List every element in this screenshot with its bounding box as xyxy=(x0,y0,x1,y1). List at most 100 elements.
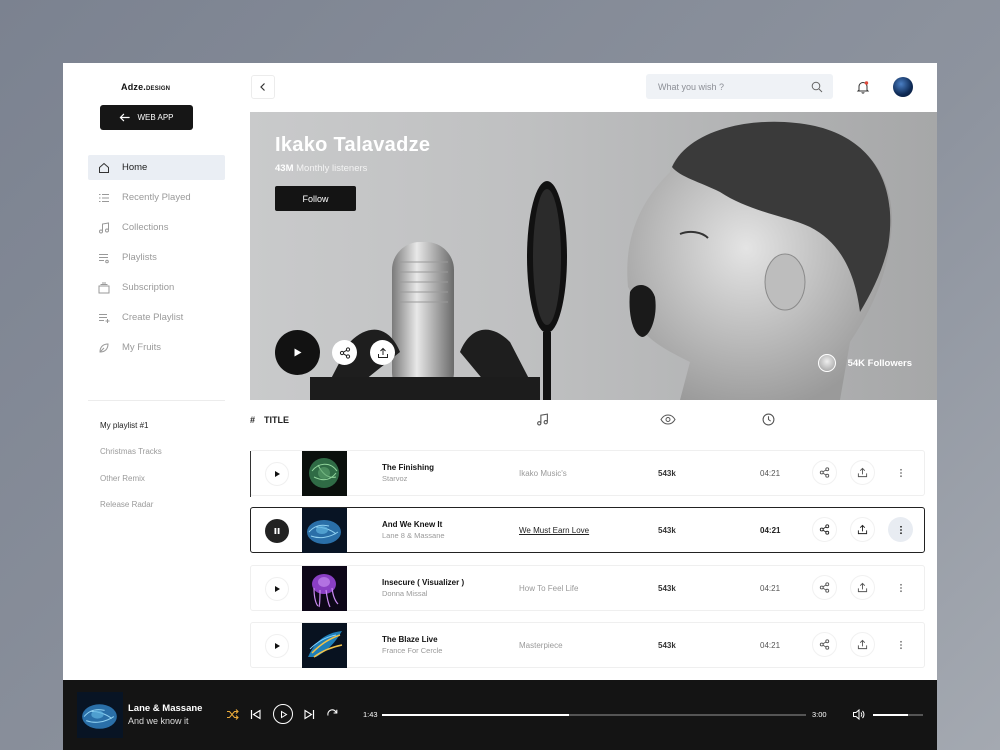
play-artist-button[interactable] xyxy=(275,330,320,375)
track-cover-image xyxy=(302,566,347,611)
nav-item-label: Create Playlist xyxy=(122,312,184,323)
progress-bar[interactable] xyxy=(382,714,806,716)
upload-track-button[interactable] xyxy=(850,575,875,600)
followers-label: 54K Followers xyxy=(847,357,912,369)
track-views: 543k xyxy=(658,526,676,535)
track-row[interactable]: The Blaze Live France For Cercle Masterp… xyxy=(250,622,925,668)
track-artist[interactable]: Lane 8 & Massane xyxy=(382,531,445,540)
track-duration: 04:21 xyxy=(760,584,781,593)
track-artist[interactable]: Donna Missal xyxy=(382,589,427,598)
share-icon xyxy=(819,582,830,593)
track-album[interactable]: We Must Earn Love xyxy=(519,526,589,535)
next-button[interactable] xyxy=(303,708,316,721)
track-views: 543k xyxy=(658,641,676,650)
column-number: # xyxy=(250,415,256,425)
main-nav: Home Recently Played Collections Playlis… xyxy=(88,155,225,365)
track-duration: 04:21 xyxy=(760,469,781,478)
playlist-icon xyxy=(99,253,109,263)
play-track-button[interactable] xyxy=(265,634,289,658)
nav-item-recently-played[interactable]: Recently Played xyxy=(88,185,225,210)
track-duration: 04:21 xyxy=(760,526,781,535)
search-bar xyxy=(646,74,833,99)
share-track-button[interactable] xyxy=(812,460,837,485)
more-options-button[interactable] xyxy=(888,632,913,657)
sidebar-divider xyxy=(88,400,225,401)
track-title: The Finishing xyxy=(382,463,434,472)
track-cover-image xyxy=(302,508,347,553)
back-button[interactable] xyxy=(251,75,275,99)
search-icon[interactable] xyxy=(811,81,823,93)
more-vertical-icon xyxy=(899,525,902,534)
artist-hero-banner: Ikako Talavadze 43M Monthly listeners Fo… xyxy=(250,112,937,400)
previous-button[interactable] xyxy=(249,708,262,721)
search-input[interactable] xyxy=(658,81,811,92)
share-button[interactable] xyxy=(332,340,357,365)
notification-bell-icon[interactable] xyxy=(856,80,870,94)
more-options-button[interactable] xyxy=(888,575,913,600)
arrow-left-icon xyxy=(120,113,131,122)
upload-track-button[interactable] xyxy=(850,632,875,657)
volume-icon xyxy=(853,708,865,721)
nav-item-label: Recently Played xyxy=(122,192,191,203)
now-playing-title: Lane & Massane xyxy=(128,703,203,714)
current-time: 1:43 xyxy=(363,710,378,719)
track-album[interactable]: Masterpiece xyxy=(519,641,563,650)
repeat-icon xyxy=(327,709,338,716)
shuffle-button[interactable] xyxy=(226,708,239,721)
upload-track-button[interactable] xyxy=(850,460,875,485)
playlist-item[interactable]: Release Radar xyxy=(100,500,162,526)
track-artist[interactable]: France For Cercle xyxy=(382,646,442,655)
share-track-button[interactable] xyxy=(812,632,837,657)
playlist-item[interactable]: Other Remix xyxy=(100,474,162,500)
nav-item-collections[interactable]: Collections xyxy=(88,215,225,240)
track-artist[interactable]: Starvoz xyxy=(382,474,407,483)
nav-item-label: Subscription xyxy=(122,282,175,293)
track-row[interactable]: The Finishing Starvoz Ikako Music's 543k… xyxy=(250,450,925,497)
now-playing-cover xyxy=(77,692,123,738)
album-column-icon xyxy=(537,413,548,426)
more-options-button[interactable] xyxy=(888,517,913,542)
home-icon xyxy=(99,162,109,173)
track-cover-image xyxy=(302,451,347,496)
clock-icon xyxy=(762,413,775,426)
play-icon xyxy=(275,643,280,649)
track-row[interactable]: Insecure ( Visualizer ) Donna Missal How… xyxy=(250,565,925,611)
share-track-button[interactable] xyxy=(812,517,837,542)
upload-button[interactable] xyxy=(370,340,395,365)
share-icon xyxy=(819,467,830,478)
upload-track-button[interactable] xyxy=(850,517,875,542)
shuffle-icon xyxy=(227,709,239,720)
volume-button[interactable] xyxy=(852,708,865,721)
nav-item-my-fruits[interactable]: My Fruits xyxy=(88,335,225,360)
now-playing-bar: Lane & Massane And we know it 1:43 3:00 xyxy=(63,680,937,750)
track-title: Insecure ( Visualizer ) xyxy=(382,578,465,587)
skip-previous-icon xyxy=(250,709,261,720)
more-vertical-icon xyxy=(899,468,902,477)
track-title: The Blaze Live xyxy=(382,635,438,644)
play-track-button[interactable] xyxy=(265,577,289,601)
user-avatar[interactable] xyxy=(893,77,913,97)
pause-track-button[interactable] xyxy=(265,519,289,543)
track-album[interactable]: How To Feel Life xyxy=(519,584,578,593)
track-row[interactable]: And We Knew It Lane 8 & Massane We Must … xyxy=(250,507,925,553)
progress-fill xyxy=(382,714,569,716)
upload-icon xyxy=(857,524,868,535)
share-track-button[interactable] xyxy=(812,575,837,600)
repeat-button[interactable] xyxy=(326,708,339,721)
volume-slider[interactable] xyxy=(873,714,923,716)
play-pause-button[interactable] xyxy=(273,704,293,724)
playlist-item[interactable]: My playlist #1 xyxy=(100,421,162,447)
track-views: 543k xyxy=(658,469,676,478)
track-album[interactable]: Ikako Music's xyxy=(519,469,567,478)
track-table-header: # TITLE xyxy=(250,412,937,428)
follow-button[interactable]: Follow xyxy=(275,186,356,211)
play-track-button[interactable] xyxy=(265,462,289,486)
track-duration: 04:21 xyxy=(760,641,781,650)
nav-item-playlists[interactable]: Playlists xyxy=(88,245,225,270)
playlist-item[interactable]: Christmas Tracks xyxy=(100,447,162,473)
nav-item-home[interactable]: Home xyxy=(88,155,225,180)
nav-item-subscription[interactable]: Subscription xyxy=(88,275,225,300)
more-options-button[interactable] xyxy=(888,460,913,485)
nav-item-create-playlist[interactable]: Create Playlist xyxy=(88,305,225,330)
web-app-button[interactable]: WEB APP xyxy=(100,105,193,130)
